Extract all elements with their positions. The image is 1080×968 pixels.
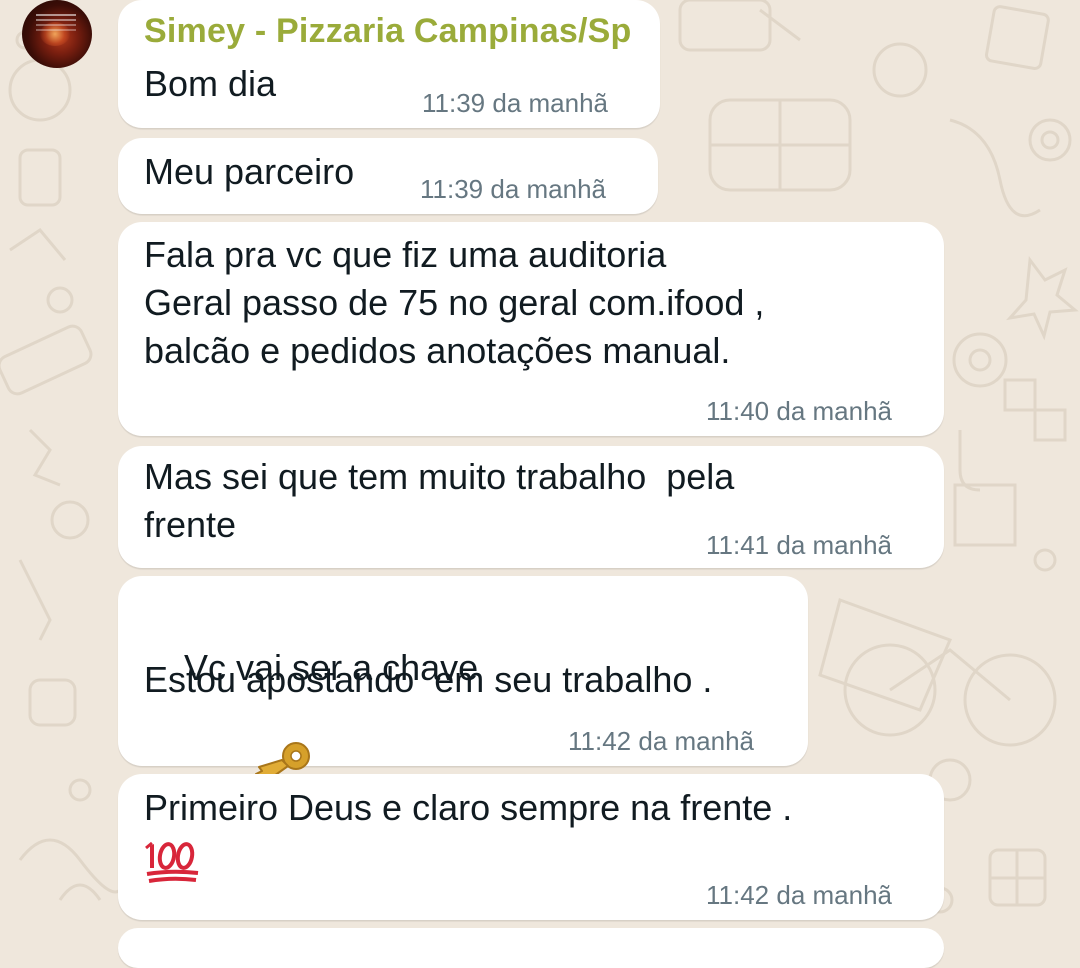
message-text-line: frente [144,504,237,545]
message-text-line: Mas sei que tem muito trabalho pela [144,456,735,497]
message-text: Meu parceiro [144,151,355,192]
message-timestamp: 11:39 da manhã [420,174,606,204]
message-bubble[interactable]: Meu parceiro 11:39 da manhã [118,138,658,214]
message-bubble[interactable]: Primeiro Deus e claro sempre na frente .… [118,774,944,920]
sender-name[interactable]: Simey - Pizzaria Campinas/Sp [144,12,631,51]
message-timestamp: 11:41 da manhã [706,530,892,560]
message-bubble[interactable]: Mas sei que tem muito trabalho pela fren… [118,446,944,568]
avatar-image-text [36,14,76,16]
message-text-line: Primeiro Deus e claro sempre na frente . [144,787,793,828]
message-timestamp: 11:40 da manhã [706,396,892,426]
message-text-line: Estou apostando em seu trabalho . [144,659,713,700]
message-bubble[interactable] [118,928,944,968]
message-bubble[interactable]: Simey - Pizzaria Campinas/Sp Bom dia 11:… [118,0,660,128]
message-bubble[interactable]: Vc vai ser a chave Estou apostando em se… [118,576,808,787]
contact-avatar[interactable] [22,0,92,68]
hundred-points-emoji [144,840,200,889]
message-bubble[interactable]: Fala pra vc que fiz uma auditoria Geral … [118,222,944,436]
message-timestamp: 11:42 da manhã [568,726,754,756]
message-timestamp: 11:39 da manhã [422,88,608,118]
message-text-line: Geral passo de 75 no geral com.ifood , [144,282,765,323]
message-text-line: Fala pra vc que fiz uma auditoria [144,234,667,275]
message-text: Bom dia [144,63,277,104]
message-timestamp: 11:42 da manhã [706,880,892,910]
message-text-line: balcão e pedidos anotações manual. [144,330,731,371]
avatar-image-glow [40,22,70,46]
